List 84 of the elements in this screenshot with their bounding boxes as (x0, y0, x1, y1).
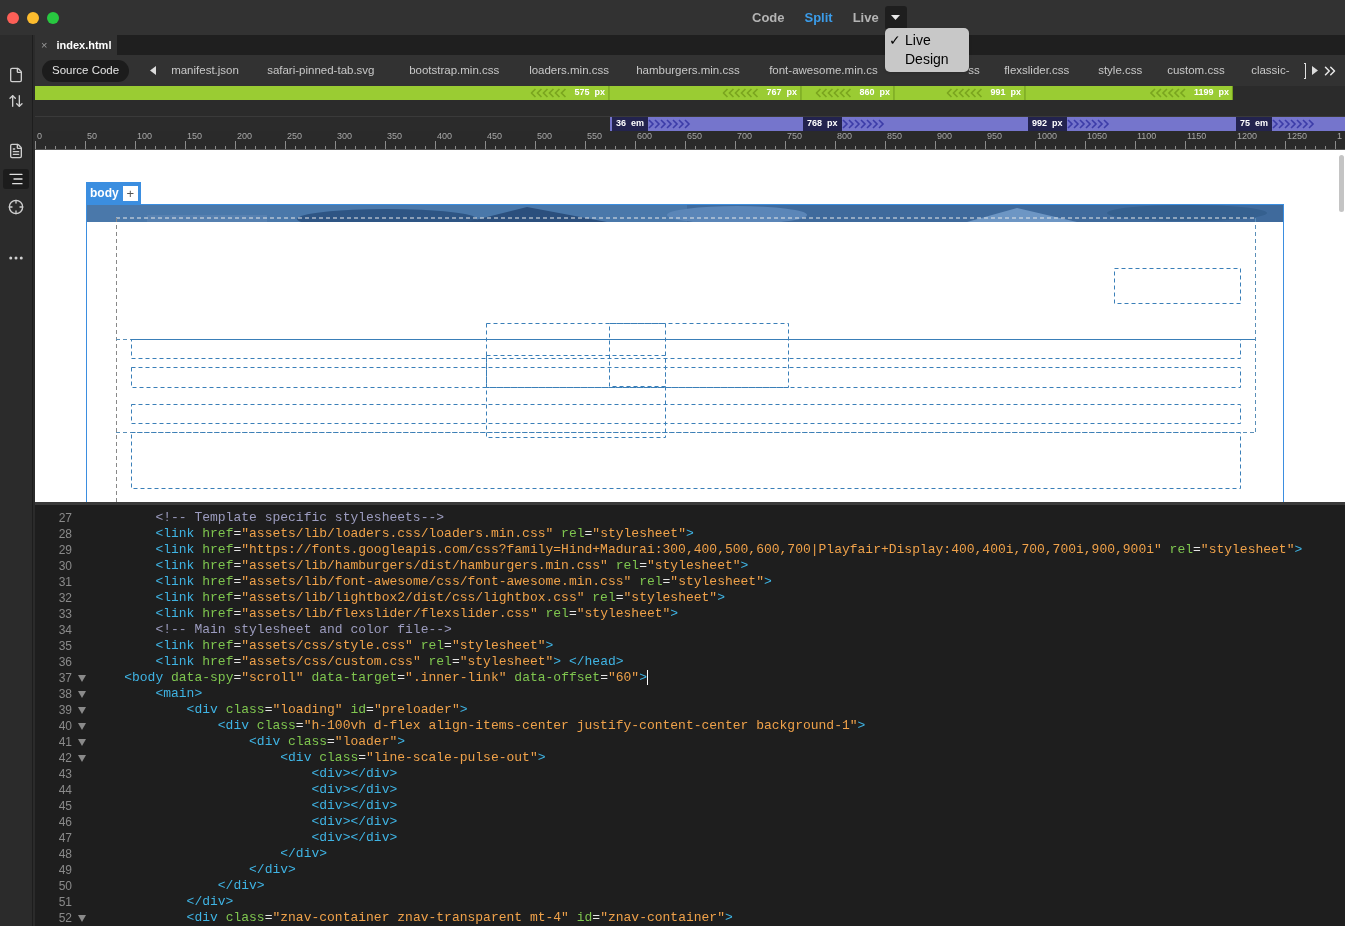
ruler-label: 400 (437, 132, 453, 141)
line-number: 36 (57, 654, 72, 670)
menu-item-label: Design (905, 50, 949, 69)
ruler-label: 350 (387, 132, 403, 141)
ruler-label: 950 (987, 132, 1003, 141)
code-line: <link href="assets/css/style.css" rel="stylesheet"> (154, 638, 554, 654)
ruler-label: 150 (187, 132, 203, 141)
ruler-label: 700 (737, 132, 753, 141)
code-line: <body data-spy="scroll" data-target=".inner-link" data-offset="60"> (123, 670, 647, 686)
line-number: 41 (57, 734, 72, 750)
line-number: 37 (57, 670, 72, 686)
code-line: <main> (154, 686, 203, 702)
ruler-label: 1000 (1037, 132, 1058, 141)
tab-title: index.html (56, 37, 112, 53)
ruler-label: 1250 (1287, 132, 1308, 141)
ruler-label: 450 (487, 132, 503, 141)
ruler-label: 900 (937, 132, 953, 141)
code-line: </div> (279, 846, 328, 862)
ruler-label: 200 (237, 132, 253, 141)
line-number: 39 (57, 702, 72, 718)
code-line: <!-- Template specific stylesheets--> (154, 510, 445, 526)
line-number: 45 (57, 798, 72, 814)
line-number: 46 (57, 814, 72, 830)
ruler-label: 300 (337, 132, 353, 141)
line-number: 52 (57, 910, 72, 926)
line-number: 48 (57, 846, 72, 862)
line-number: 28 (57, 526, 72, 542)
checkmark-icon: ✓ (889, 30, 901, 51)
line-number: 27 (57, 510, 72, 526)
ruler-label: 1 (1337, 132, 1342, 141)
ruler-label: 100 (137, 132, 153, 141)
code-line: <link href="assets/lib/hamburgers/dist/hamburgers.min.css" rel="stylesheet"> (154, 558, 749, 574)
line-number: 42 (57, 750, 72, 766)
line-number: 34 (57, 622, 72, 638)
ruler-label: 800 (837, 132, 853, 141)
code-line: </div> (248, 862, 296, 878)
code-line: <div></div> (310, 814, 398, 830)
element-tag-name: body (90, 185, 119, 202)
code-line: <link href="assets/lib/loaders.css/loaders.min.css" rel="stylesheet"> (154, 526, 694, 542)
code-line: <div></div> (310, 798, 398, 814)
ruler-label: 50 (87, 132, 97, 141)
line-number: 43 (57, 766, 72, 782)
line-number: 31 (57, 574, 72, 590)
ruler-label: 1050 (1087, 132, 1108, 141)
line-number: 51 (57, 894, 72, 910)
code-line: <link href="assets/lib/font-awesome/css/font-awesome.min.css" rel="stylesheet"> (154, 574, 772, 590)
code-line: </div> (185, 894, 234, 910)
code-line: <link href="https://fonts.googleapis.com/css?family=Hind+Madurai:300,400,500,600,700|Playfair+Display:400,400i,700,700i,900,900i" rel="stylesheet"> (154, 542, 1303, 558)
line-number: 33 (57, 606, 72, 622)
line-number: 40 (57, 718, 72, 734)
code-line: <div></div> (310, 782, 398, 798)
ruler-label: 600 (637, 132, 653, 141)
code-line: <div></div> (310, 830, 398, 846)
code-line: <div class="znav-container znav-transparent mt-4" id="znav-container"> (185, 910, 733, 926)
line-number: 29 (57, 542, 72, 558)
code-line: <div class="line-scale-pulse-out"> (279, 750, 546, 766)
ruler-label: 650 (687, 132, 703, 141)
code-line: <link href="assets/lib/lightbox2/dist/css/lightbox.css" rel="stylesheet"> (154, 590, 725, 606)
ruler-label: 0 (37, 132, 42, 141)
code-line: <div class="loader"> (248, 734, 406, 750)
line-number: 49 (57, 862, 72, 878)
code-line: <div></div> (310, 766, 398, 782)
ruler-label: 1200 (1237, 132, 1258, 141)
code-line: <div class="loading" id="preloader"> (185, 702, 468, 718)
line-number: 50 (57, 878, 72, 894)
line-number: 44 (57, 782, 72, 798)
code-line: <link href="assets/css/custom.css" rel="stylesheet"> </head> (154, 654, 624, 670)
code-line: <link href="assets/lib/flexslider/flexslider.css" rel="stylesheet"> (154, 606, 679, 622)
menu-item-label: Live (905, 31, 931, 50)
ruler-label: 1100 (1137, 132, 1157, 141)
ruler-label: 500 (537, 132, 553, 141)
code-line: <div class="h-100vh d-flex align-items-center justify-content-center background-1"> (216, 718, 866, 734)
ruler-label: 1150 (1187, 132, 1207, 141)
ruler-label: 250 (287, 132, 303, 141)
ruler-label: 850 (887, 132, 903, 141)
line-number: 32 (57, 590, 72, 606)
ruler-label: 550 (587, 132, 603, 141)
line-number: 38 (57, 686, 72, 702)
line-number: 47 (57, 830, 72, 846)
line-number: 30 (57, 558, 72, 574)
code-line: <!-- Main stylesheet and color file--> (154, 622, 452, 638)
line-number: 35 (57, 638, 72, 654)
code-line: </div> (216, 878, 265, 894)
ruler-label: 750 (787, 132, 803, 141)
